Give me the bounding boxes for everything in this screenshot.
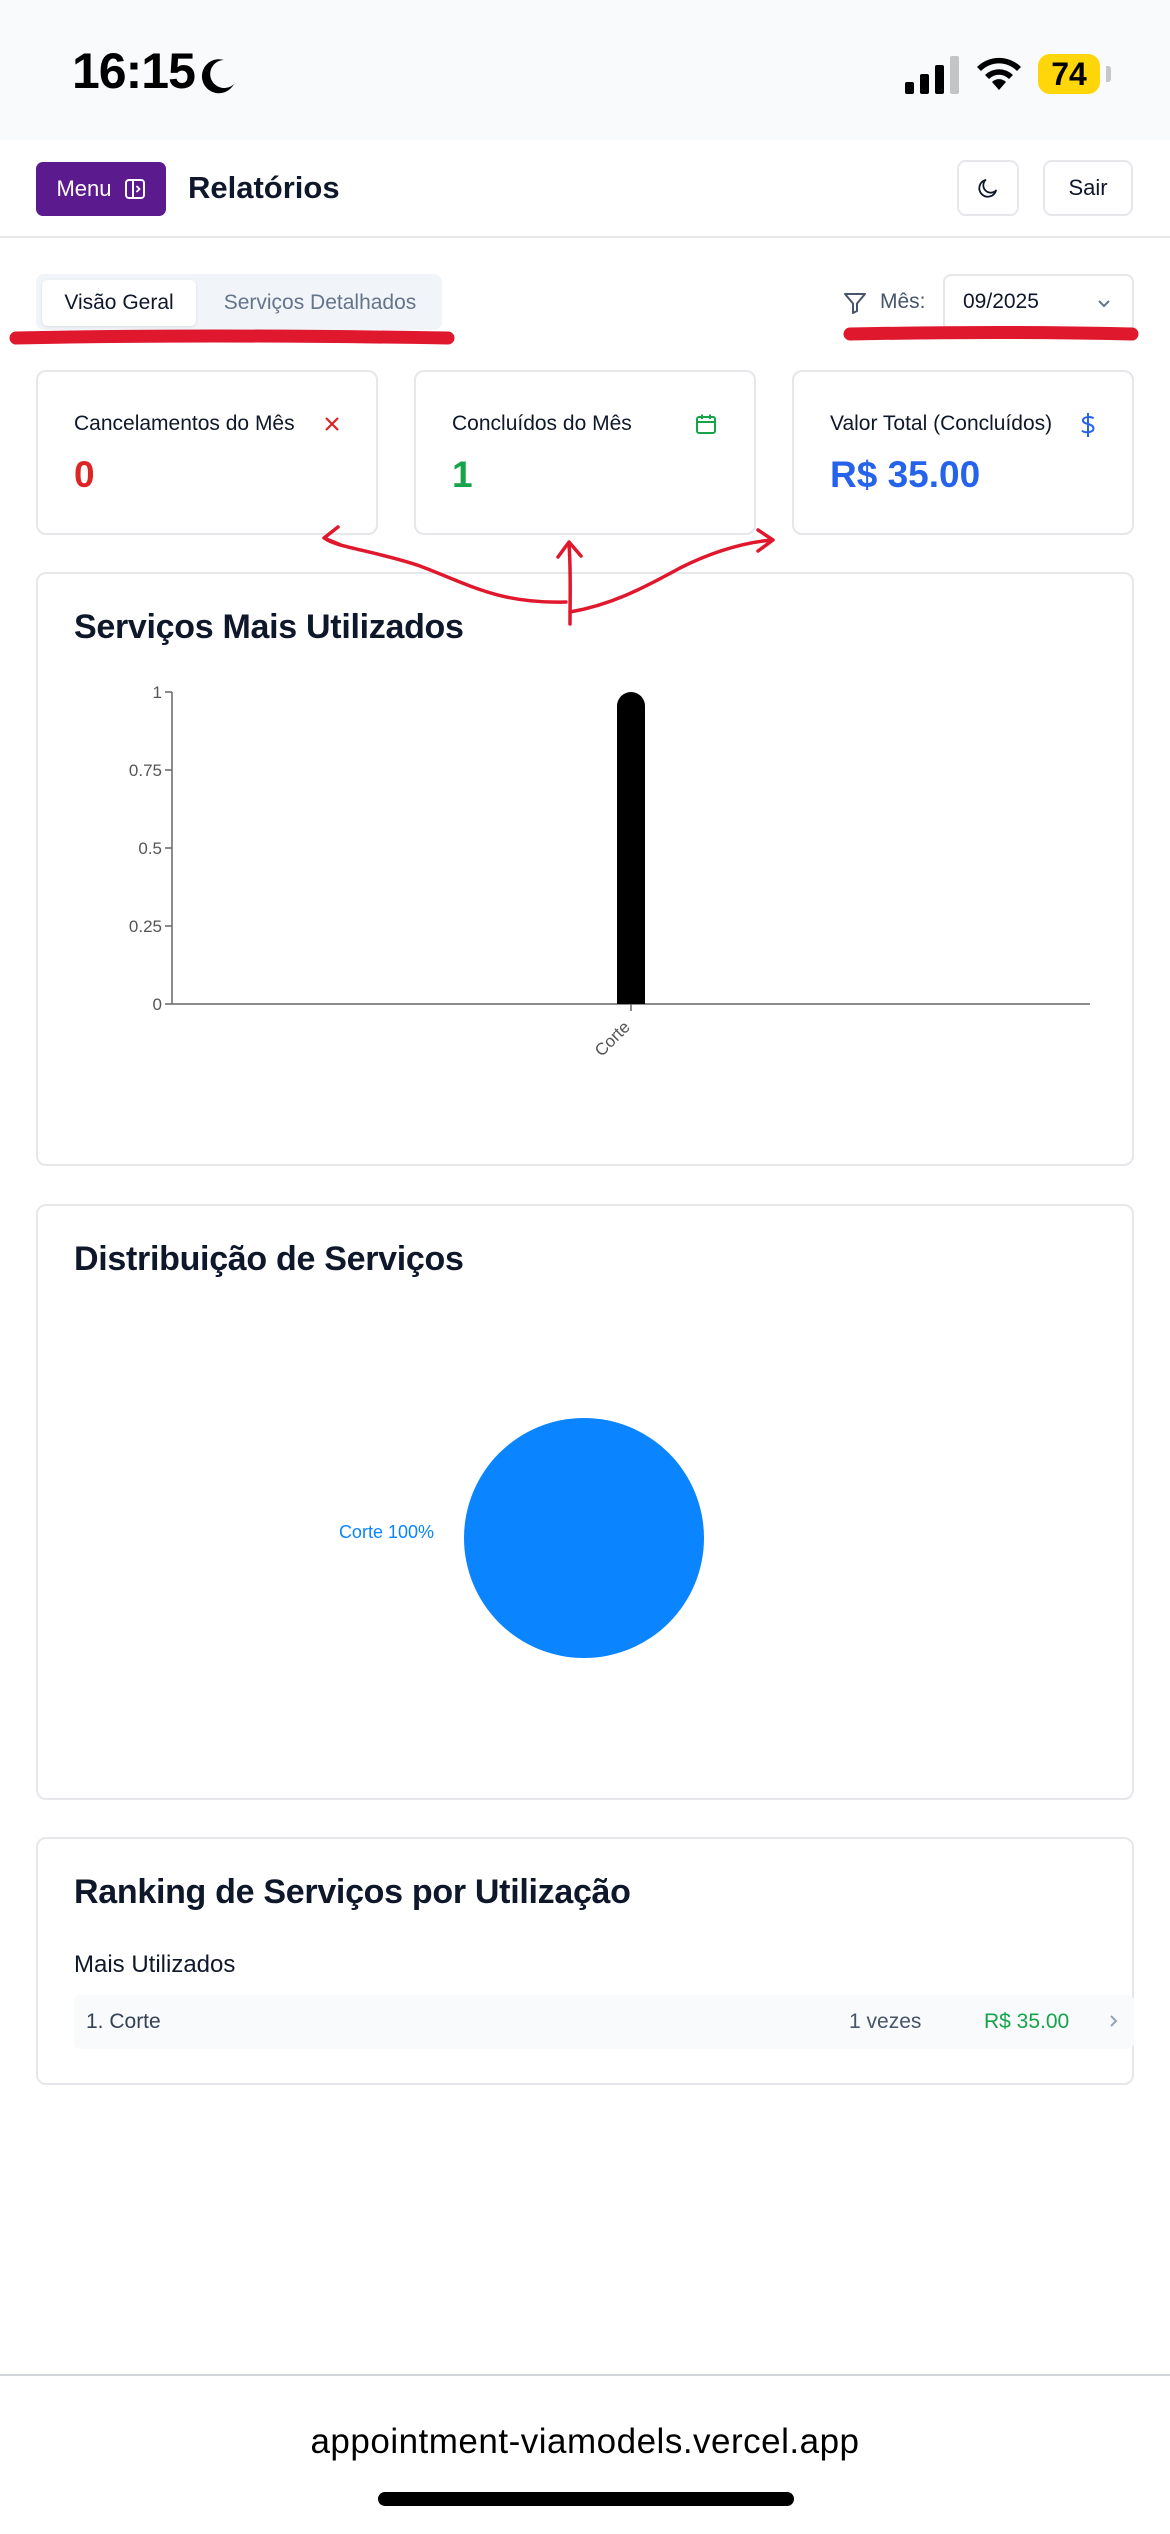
bar-chart: 0 0.25 0.5 0.75 1 Corte [129, 683, 1090, 1060]
pie-slice-label: Corte 100% [339, 1522, 434, 1542]
pie-slice-corte[interactable] [464, 1418, 704, 1658]
cellular-signal-icon [905, 56, 959, 94]
status-bar: 16:15 74 [0, 0, 1170, 140]
ranking-title: Ranking de Serviços por Utilização [74, 1873, 631, 1911]
annotation-underline-tabs [9, 329, 455, 345]
ranking-service-name: 1. Corte [86, 2010, 161, 2033]
month-select-value: 09/2025 [963, 290, 1039, 313]
y-tick-label: 0.75 [129, 761, 162, 780]
battery-indicator: 74 [1038, 54, 1100, 94]
stat-card-cancellations: Cancelamentos do Mês 0 [36, 370, 378, 535]
ranking-subtitle: Mais Utilizados [74, 1951, 236, 1978]
y-tick-label: 0 [153, 995, 162, 1014]
service-ranking-card: Ranking de Serviços por Utilização Mais … [36, 1837, 1134, 2085]
month-filter-label: Mês: [880, 290, 926, 313]
x-icon [325, 417, 339, 431]
page-title: Relatórios [188, 170, 340, 205]
y-tick-label: 0.5 [138, 839, 162, 858]
stat-card-total-value: Valor Total (Concluídos) R$ 35.00 [792, 370, 1134, 535]
stat-label: Cancelamentos do Mês [74, 412, 295, 435]
tab-detailed-services[interactable]: Serviços Detalhados [202, 280, 438, 326]
menu-button[interactable]: Menu [36, 162, 166, 216]
dollar-icon [1081, 413, 1095, 437]
pie-chart: Corte 100% [339, 1418, 704, 1658]
service-distribution-card: Distribuição de Serviços Corte 100% [36, 1204, 1134, 1800]
stat-card-completed: Concluídos do Mês 1 [414, 370, 756, 535]
y-tick-label: 1 [153, 683, 162, 702]
stat-value: R$ 35.00 [830, 454, 981, 495]
sidebar-panel-icon [124, 179, 145, 199]
ranking-row[interactable]: 1. Corte 1 vezes R$ 35.00 [74, 1995, 1134, 2049]
report-tabs: Visão Geral Serviços Detalhados [36, 274, 442, 330]
x-tick-label: Corte [591, 1017, 634, 1060]
theme-toggle-button[interactable] [957, 160, 1019, 216]
stat-label: Valor Total (Concluídos) [830, 412, 1053, 435]
y-tick-label: 0.25 [129, 917, 162, 936]
stat-label: Concluídos do Mês [452, 412, 632, 435]
bar-corte[interactable] [617, 692, 645, 1004]
home-indicator [378, 2492, 794, 2506]
ranking-usage-count: 1 vezes [849, 2010, 922, 2033]
browser-url-bar[interactable]: appointment-viamodels.vercel.app [0, 2374, 1170, 2534]
url-text: appointment-viamodels.vercel.app [310, 2422, 860, 2461]
filter-icon [844, 293, 866, 314]
menu-label: Menu [56, 176, 112, 201]
stat-value: 1 [452, 454, 473, 495]
tab-overview[interactable]: Visão Geral [42, 280, 196, 326]
wifi-icon [977, 57, 1021, 90]
month-select[interactable]: 09/2025 [943, 274, 1134, 332]
annotation-underline-month [843, 326, 1139, 341]
ranking-total-value: R$ 35.00 [984, 2010, 1070, 2033]
most-used-services-card: Serviços Mais Utilizados 0 0.25 0.5 0.75 1 Co… [36, 572, 1134, 1166]
status-time: 16:15 [72, 43, 196, 99]
chevron-down-icon [1098, 300, 1110, 308]
moon-icon [201, 59, 234, 94]
chevron-right-icon [1110, 2015, 1118, 2027]
battery-tip [1106, 66, 1111, 82]
app-header: Menu Relatórios Sair [0, 140, 1170, 238]
stat-value: 0 [74, 454, 95, 495]
moon-icon [978, 179, 997, 198]
calendar-icon [696, 414, 716, 434]
logout-button[interactable]: Sair [1043, 160, 1133, 216]
